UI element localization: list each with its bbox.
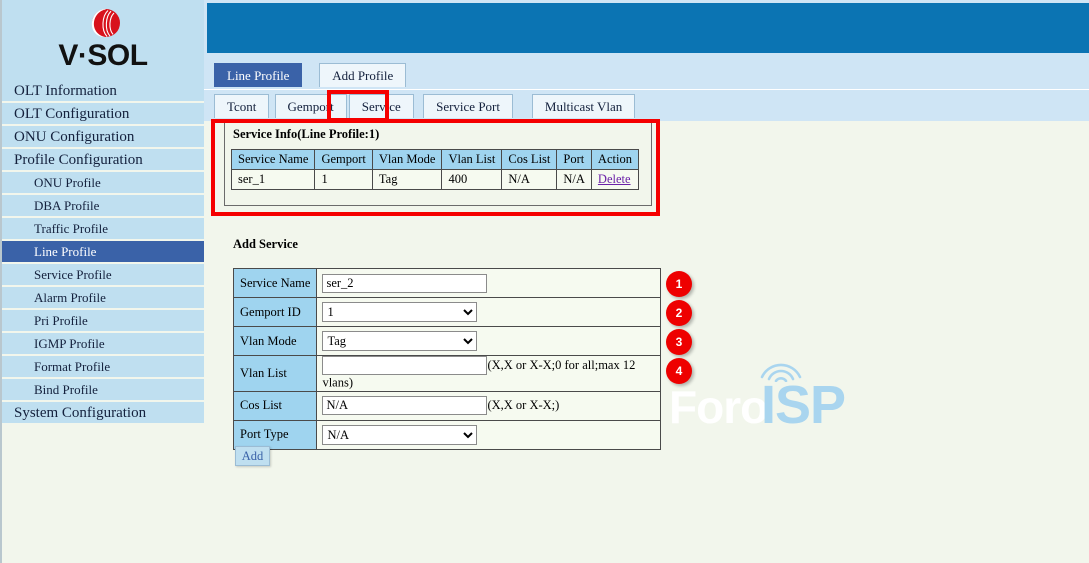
tab-line-profile[interactable]: Line Profile <box>214 63 303 87</box>
subtab-tcont[interactable]: Tcont <box>214 94 270 118</box>
sidebar-item-alarm-profile[interactable]: Alarm Profile <box>2 287 204 309</box>
add-service-form: Service Name Gemport ID 1 Vlan Mode <box>232 268 662 450</box>
column-header: Cos List <box>501 149 558 170</box>
add-service-title: Add Service <box>233 237 298 251</box>
cell-cos-list: N/A <box>501 169 558 190</box>
service-info-table-wrap: Service Name Gemport Vlan Mode Vlan List Cos… <box>230 149 639 190</box>
gemport-id-select[interactable]: 1 <box>322 302 478 322</box>
sidebar-item-bind-profile[interactable]: Bind Profile <box>2 379 204 401</box>
vlan-list-input[interactable] <box>322 356 488 375</box>
service-name-input[interactable] <box>322 273 488 293</box>
watermark-text-isp: ISP <box>761 375 846 435</box>
cell-gemport: 1 <box>314 169 373 190</box>
column-header: Service Name <box>230 149 316 170</box>
cell-port: N/A <box>556 169 592 190</box>
cell-port-type: N/A <box>316 419 662 450</box>
column-header: Port <box>556 149 592 170</box>
secondary-tab-bar: Tcont Gemport Service Service Port Multicast… <box>204 89 1089 122</box>
callout-badge-3: 3 <box>666 329 692 355</box>
form-row-vlan-mode: Vlan Mode Tag <box>232 326 662 356</box>
callout-badge-4: 4 <box>666 358 692 384</box>
vlan-mode-select[interactable]: Tag <box>322 331 478 351</box>
watermark-text-foro: Foro <box>669 381 768 433</box>
label-service-name: Service Name <box>232 268 318 298</box>
sidebar-item-format-profile[interactable]: Format Profile <box>2 356 204 378</box>
sidebar: V·SOL OLT Information OLT Configuration ON… <box>2 0 204 563</box>
label-gemport-id: Gemport ID <box>232 297 318 327</box>
cos-list-hint: (X,X or X-X;) <box>487 398 560 413</box>
cell-cos-list: (X,X or X-X;) <box>316 390 662 421</box>
table-row: ser_1 1 Tag 400 N/A N/A Delete <box>230 169 639 190</box>
form-row-vlan-list: Vlan List (X,X or X-X;0 for all;max 12 v… <box>232 355 662 392</box>
cell-vlan-mode: Tag <box>371 169 443 190</box>
watermark: Foro ISP <box>669 356 869 436</box>
table-header-row: Service Name Gemport Vlan Mode Vlan List Cos… <box>230 149 639 170</box>
column-header: Vlan Mode <box>371 149 443 170</box>
form-row-service-name: Service Name <box>232 268 662 298</box>
logo-area: V·SOL <box>2 0 204 80</box>
cell-action: Delete <box>590 169 639 190</box>
cos-list-input[interactable] <box>322 396 488 416</box>
cell-vlan-mode: Tag <box>316 326 662 356</box>
sidebar-item-pri-profile[interactable]: Pri Profile <box>2 310 204 332</box>
cell-gemport-id: 1 <box>316 297 662 327</box>
sidebar-item-olt-configuration[interactable]: OLT Configuration <box>2 103 204 125</box>
column-header: Action <box>590 149 639 170</box>
label-vlan-mode: Vlan Mode <box>232 326 318 356</box>
main-area: Line Profile Add Profile Tcont Gemport Serv… <box>204 0 1089 563</box>
label-cos-list: Cos List <box>232 390 318 421</box>
wifi-arc-icon <box>760 363 802 382</box>
service-info-table: Service Name Gemport Vlan Mode Vlan List Cos… <box>230 149 639 190</box>
port-type-select[interactable]: N/A <box>322 424 478 445</box>
subtab-service[interactable]: Service <box>348 94 414 118</box>
cell-vlan-list: (X,X or X-X;0 for all;max 12 vlans) <box>316 355 662 392</box>
sidebar-item-onu-profile[interactable]: ONU Profile <box>2 172 204 194</box>
cell-service-name <box>316 268 662 298</box>
table-body: ser_1 1 Tag 400 N/A N/A Delete <box>230 169 639 190</box>
subtab-service-port[interactable]: Service Port <box>423 94 513 118</box>
cell-vlan-list: 400 <box>441 169 503 190</box>
tab-add-profile[interactable]: Add Profile <box>319 63 407 87</box>
subtab-multicast-vlan[interactable]: Multicast Vlan <box>531 94 636 118</box>
column-header: Gemport <box>314 149 373 170</box>
primary-tab-bar: Line Profile Add Profile <box>204 55 1089 89</box>
sidebar-item-igmp-profile[interactable]: IGMP Profile <box>2 333 204 355</box>
label-port-type: Port Type <box>232 419 318 450</box>
callout-badge-1: 1 <box>666 271 692 297</box>
sidebar-item-service-profile[interactable]: Service Profile <box>2 264 204 286</box>
vsol-sphere-icon <box>91 9 120 37</box>
cell-service-name: ser_1 <box>230 169 316 190</box>
form-row-gemport-id: Gemport ID 1 <box>232 297 662 327</box>
sidebar-item-onu-configuration[interactable]: ONU Configuration <box>2 126 204 148</box>
sidebar-item-profile-configuration[interactable]: Profile Configuration <box>2 149 204 171</box>
service-info-panel: Service Info(Line Profile:1) Service Nam… <box>224 121 652 206</box>
brand-logo-text: V·SOL <box>58 39 148 72</box>
content-panel: Foro ISP Service Info(Line Profile:1) Se… <box>204 121 1089 563</box>
application-window: V·SOL OLT Information OLT Configuration ON… <box>0 0 1089 563</box>
label-vlan-list: Vlan List <box>232 355 318 392</box>
callout-badge-2: 2 <box>666 300 692 326</box>
add-button[interactable]: Add <box>235 446 270 466</box>
delete-link[interactable]: Delete <box>598 172 631 186</box>
service-info-title: Service Info(Line Profile:1) <box>233 127 380 141</box>
header-banner <box>207 3 1089 53</box>
sidebar-item-dba-profile[interactable]: DBA Profile <box>2 195 204 217</box>
sidebar-item-olt-information[interactable]: OLT Information <box>2 80 204 102</box>
subtab-gemport[interactable]: Gemport <box>274 94 347 118</box>
sidebar-item-system-configuration[interactable]: System Configuration <box>2 402 204 424</box>
sidebar-item-traffic-profile[interactable]: Traffic Profile <box>2 218 204 240</box>
form-row-cos-list: Cos List (X,X or X-X;) <box>232 390 662 421</box>
sidebar-item-line-profile[interactable]: Line Profile <box>2 241 204 263</box>
form-row-port-type: Port Type N/A <box>232 419 662 450</box>
column-header: Vlan List <box>441 149 503 170</box>
